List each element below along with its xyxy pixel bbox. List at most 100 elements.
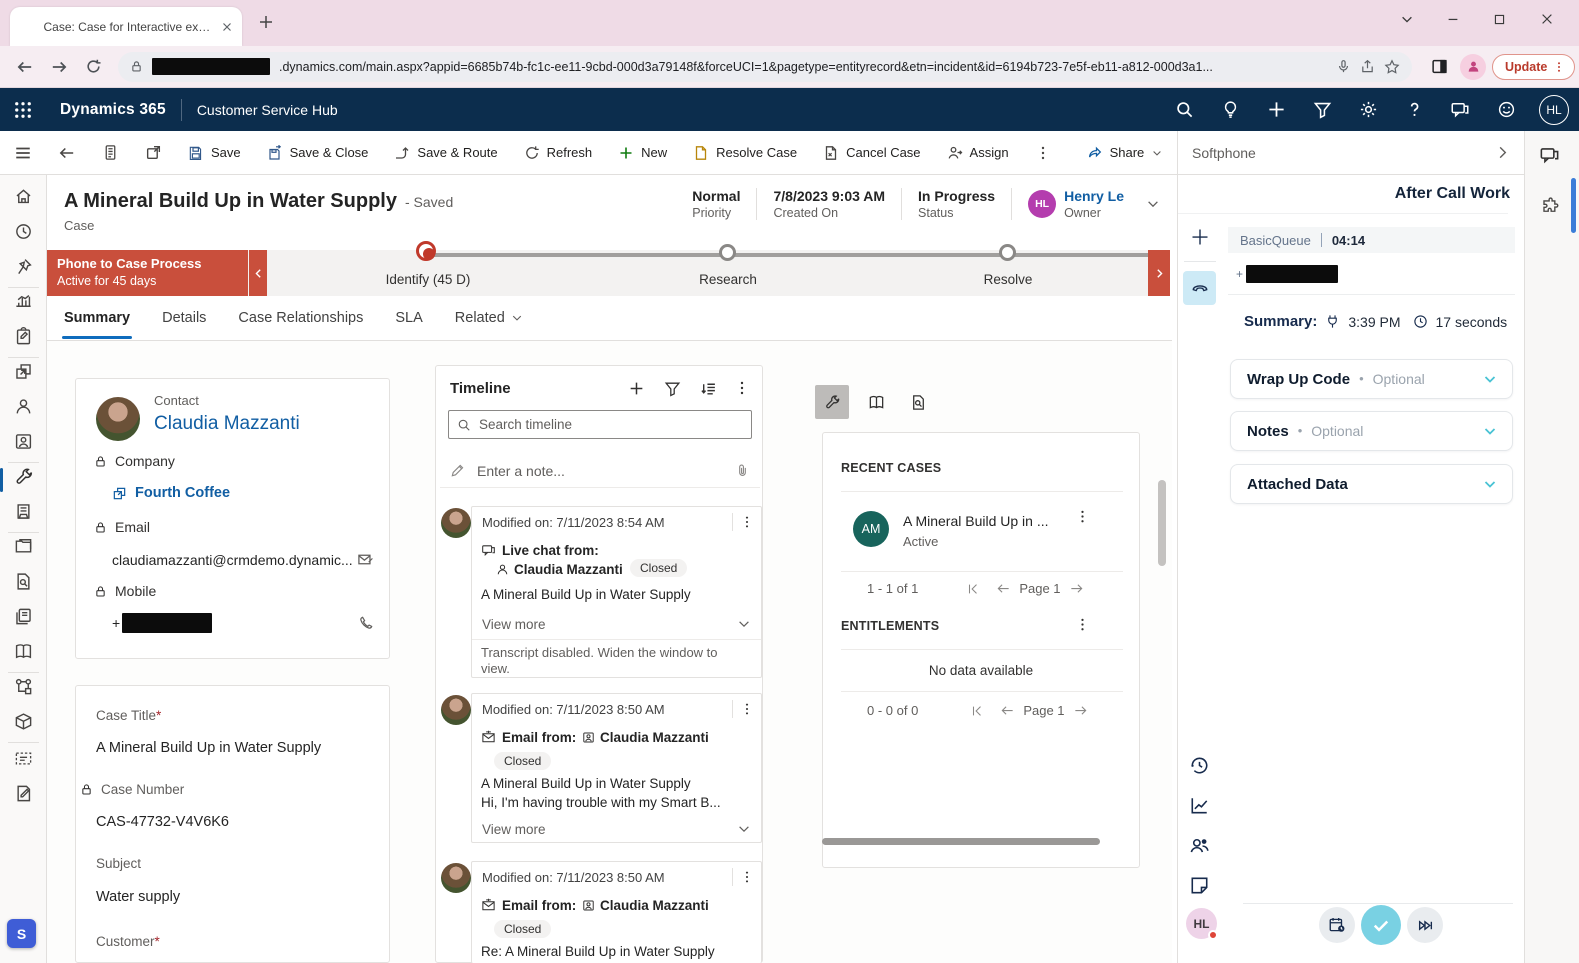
tab-sla[interactable]: SLA bbox=[395, 310, 422, 326]
app-name[interactable]: Customer Service Hub bbox=[197, 102, 338, 118]
filter-icon[interactable] bbox=[1299, 88, 1345, 131]
record-set-icon[interactable] bbox=[102, 144, 119, 161]
share-icon[interactable] bbox=[1360, 59, 1375, 74]
entry-more-icon[interactable] bbox=[733, 702, 761, 716]
skip-acw-button[interactable] bbox=[1407, 907, 1443, 943]
bookmark-star-icon[interactable] bbox=[1384, 59, 1400, 75]
bpf-stage-research-dot[interactable] bbox=[719, 244, 736, 261]
sidebar-mailbox-icon[interactable] bbox=[14, 749, 34, 769]
analytics-icon[interactable] bbox=[1189, 795, 1211, 817]
assign-button[interactable]: Assign bbox=[947, 145, 1009, 161]
save-button[interactable]: Save bbox=[188, 145, 241, 161]
help-icon[interactable] bbox=[1391, 88, 1437, 131]
send-email-icon[interactable] bbox=[357, 551, 374, 568]
plugin-puzzle-icon[interactable] bbox=[1540, 197, 1559, 216]
lightbulb-icon[interactable] bbox=[1207, 88, 1253, 131]
email-value[interactable]: claudiamazzanti@crmdemo.dynamic... bbox=[112, 552, 357, 568]
bpf-stage-research-label[interactable]: Research bbox=[699, 272, 757, 287]
tab-summary[interactable]: Summary bbox=[64, 310, 130, 326]
timeline-entry-livechat[interactable]: Modified on: 7/11/2023 8:54 AM Live chat… bbox=[471, 506, 762, 678]
sidebar-social-profiles-icon[interactable] bbox=[14, 432, 34, 452]
global-search-icon[interactable] bbox=[1161, 88, 1207, 131]
open-in-new-window-icon[interactable] bbox=[145, 144, 162, 161]
resolve-case-button[interactable]: Resolve Case bbox=[693, 145, 797, 161]
quick-notes-icon[interactable] bbox=[1189, 875, 1211, 897]
schedule-callback-button[interactable] bbox=[1319, 907, 1355, 943]
bpf-stage-identify-dot[interactable] bbox=[416, 241, 436, 261]
bpf-stage-identify-label[interactable]: Identify (45 D) bbox=[386, 272, 471, 287]
bpf-scroll-right-icon[interactable] bbox=[1148, 250, 1170, 296]
address-bar[interactable]: .dynamics.com/main.aspx?appid=6685b74b-f… bbox=[118, 52, 1412, 82]
window-maximize-button[interactable] bbox=[1484, 6, 1514, 32]
timeline-more-icon[interactable] bbox=[734, 380, 750, 396]
contact-name-link[interactable]: Claudia Mazzanti bbox=[154, 413, 300, 435]
sidebar-dashboards-icon[interactable] bbox=[14, 292, 34, 312]
form-scrollbar-thumb[interactable] bbox=[1158, 480, 1166, 566]
microphone-icon[interactable] bbox=[1336, 59, 1351, 74]
site-map-toggle-icon[interactable] bbox=[14, 144, 32, 162]
tab-details[interactable]: Details bbox=[162, 310, 206, 326]
timeline-entry-email-2[interactable]: Modified on: 7/11/2023 8:50 AM Email fro… bbox=[471, 861, 762, 963]
notes-accordion[interactable]: Notes Optional bbox=[1230, 411, 1513, 451]
refpanel-tab-article-search-icon[interactable] bbox=[901, 385, 935, 419]
new-button[interactable]: New bbox=[618, 145, 667, 161]
prev-page-icon[interactable] bbox=[996, 581, 1011, 596]
agent-avatar[interactable]: HL bbox=[1186, 908, 1217, 939]
next-page-icon[interactable] bbox=[1069, 581, 1084, 596]
subject-value[interactable]: Water supply bbox=[96, 889, 180, 905]
phone-call-icon[interactable] bbox=[358, 615, 374, 631]
first-page-icon[interactable] bbox=[966, 582, 980, 596]
recent-case-title[interactable]: A Mineral Build Up in ... bbox=[903, 513, 1049, 529]
sidebar-accounts-icon[interactable] bbox=[14, 362, 34, 382]
sidebar-cases-icon[interactable] bbox=[14, 467, 34, 487]
recent-case-more-icon[interactable] bbox=[1075, 509, 1090, 524]
browser-update-button[interactable]: Update bbox=[1492, 54, 1575, 80]
timeline-search-input[interactable]: Search timeline bbox=[448, 410, 752, 439]
bpf-stage-resolve-dot[interactable] bbox=[999, 244, 1016, 261]
waffle-icon[interactable] bbox=[0, 88, 46, 131]
save-and-close-button[interactable]: Save & Close bbox=[267, 145, 369, 161]
dynamics-brand[interactable]: Dynamics 365 bbox=[60, 101, 166, 119]
window-minimize-button[interactable] bbox=[1438, 6, 1468, 32]
forward-button[interactable] bbox=[44, 52, 74, 82]
case-title-value[interactable]: A Mineral Build Up in Water Supply bbox=[96, 740, 321, 756]
collapse-pane-chevron-icon[interactable] bbox=[1495, 145, 1510, 160]
teams-chat-icon[interactable] bbox=[1437, 88, 1483, 131]
new-tab-button[interactable] bbox=[258, 14, 274, 30]
browser-profile-avatar[interactable] bbox=[1458, 52, 1488, 82]
header-expand-chevron-icon[interactable] bbox=[1146, 197, 1160, 211]
prev-page-icon[interactable] bbox=[1000, 703, 1015, 718]
sidebar-drafts-icon[interactable] bbox=[14, 784, 34, 804]
sidebar-products-icon[interactable] bbox=[14, 712, 34, 732]
sidebar-entities-flow-icon[interactable] bbox=[14, 677, 34, 697]
more-commands-icon[interactable] bbox=[1035, 145, 1051, 161]
tab-close-icon[interactable] bbox=[220, 20, 234, 34]
sidebar-knowledge-articles-icon[interactable] bbox=[14, 642, 34, 662]
back-button[interactable] bbox=[10, 52, 40, 82]
sidebar-pinned-icon[interactable] bbox=[14, 257, 34, 277]
browser-tab[interactable]: Case: Case for Interactive experie bbox=[10, 7, 242, 46]
bpf-stage-resolve-label[interactable]: Resolve bbox=[984, 272, 1033, 287]
new-session-plus-icon[interactable] bbox=[1190, 227, 1210, 247]
tab-case-relationships[interactable]: Case Relationships bbox=[238, 310, 363, 326]
timeline-add-icon[interactable] bbox=[628, 380, 645, 397]
attached-data-accordion[interactable]: Attached Data bbox=[1230, 464, 1513, 504]
go-back-icon[interactable] bbox=[58, 144, 76, 162]
refpanel-tab-knowledge-icon[interactable] bbox=[859, 385, 893, 419]
share-button[interactable]: Share bbox=[1087, 145, 1164, 161]
paperclip-icon[interactable] bbox=[735, 463, 750, 478]
contacts-directory-icon[interactable] bbox=[1189, 835, 1211, 857]
contact-photo[interactable] bbox=[96, 397, 140, 441]
tab-related[interactable]: Related bbox=[455, 310, 523, 326]
next-page-icon[interactable] bbox=[1073, 703, 1088, 718]
sidebar-article-search-icon[interactable] bbox=[14, 572, 34, 592]
refresh-button[interactable] bbox=[78, 52, 108, 82]
view-more-toggle[interactable]: View more bbox=[472, 816, 761, 842]
entry-more-icon[interactable] bbox=[733, 870, 761, 884]
company-link[interactable]: Fourth Coffee bbox=[135, 485, 230, 501]
note-input[interactable]: Enter a note... bbox=[440, 454, 760, 488]
user-avatar[interactable]: HL bbox=[1529, 88, 1579, 131]
timeline-filter-icon[interactable] bbox=[664, 380, 681, 397]
call-history-icon[interactable] bbox=[1189, 755, 1211, 777]
cancel-case-button[interactable]: Cancel Case bbox=[823, 145, 920, 161]
